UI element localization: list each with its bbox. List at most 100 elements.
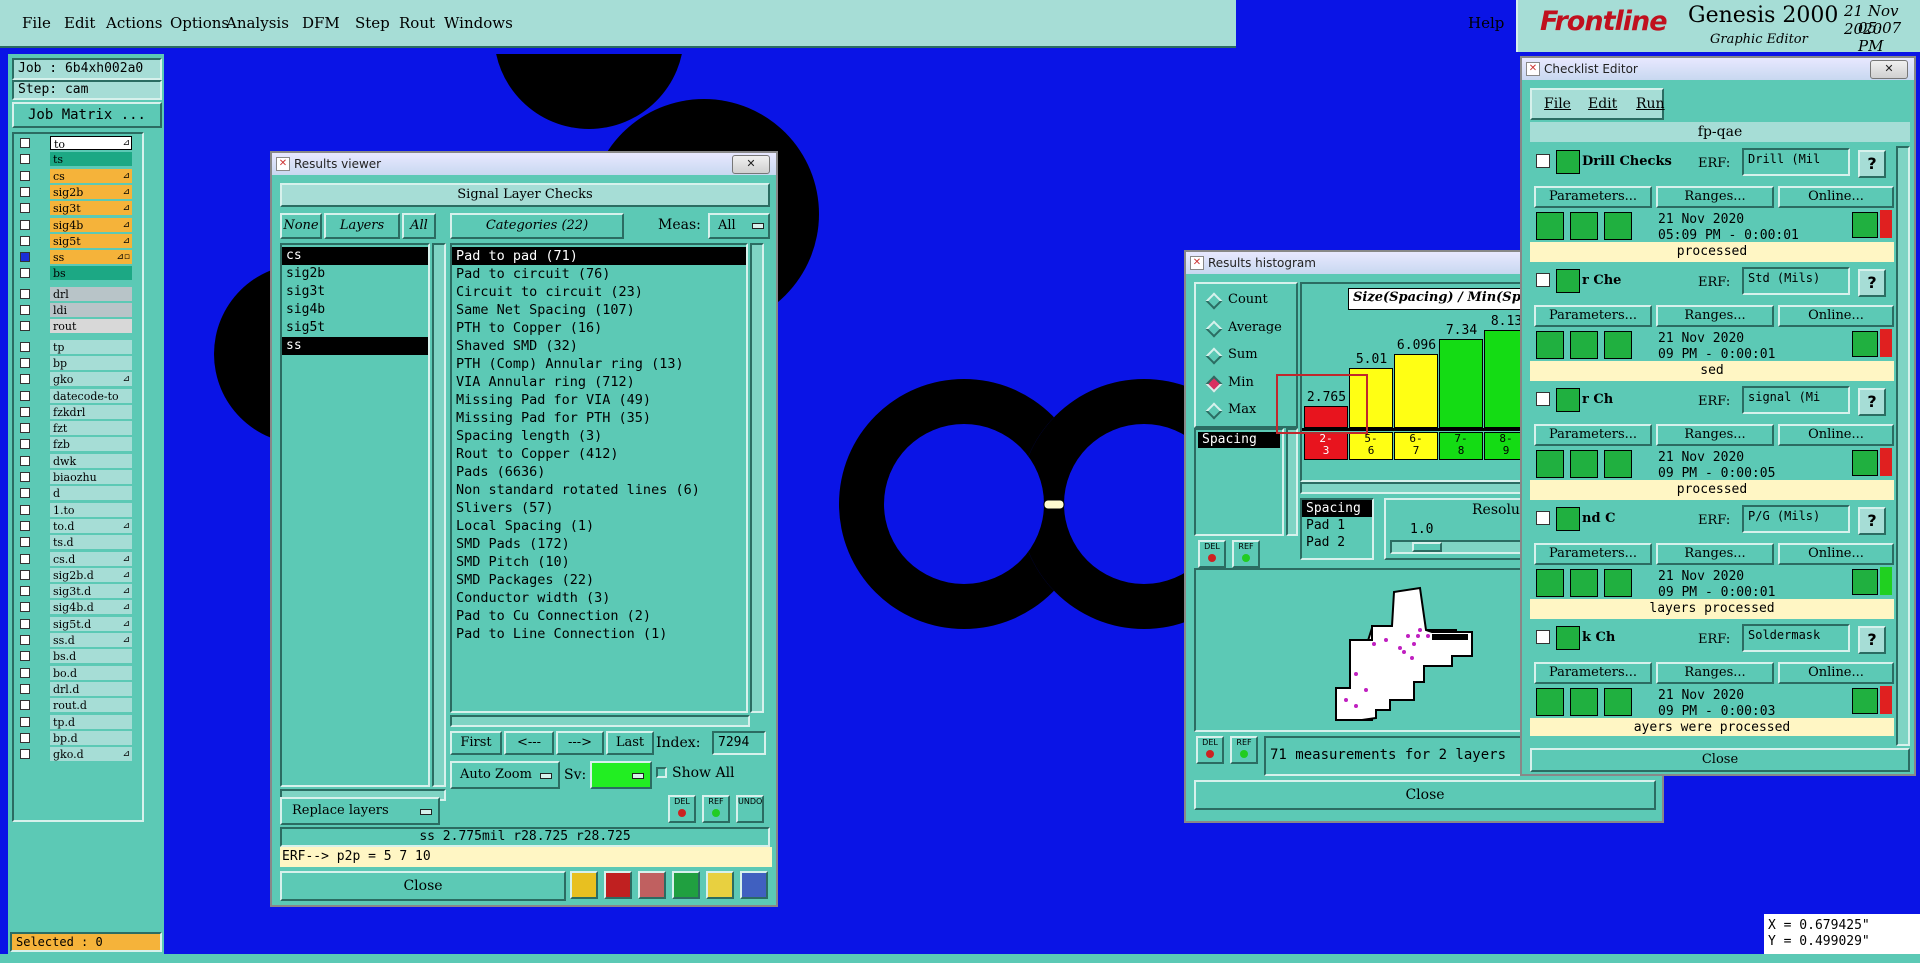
menu-actions[interactable]: Actions <box>106 0 162 49</box>
layer-checkbox[interactable] <box>20 235 30 246</box>
option-sum[interactable]: Sum <box>1196 345 1296 367</box>
help-button[interactable]: ? <box>1858 269 1886 297</box>
result-layer-item[interactable]: sig3t <box>282 283 428 301</box>
layer-row-sig2b.d[interactable]: sig2b.d ⊿ <box>16 567 134 583</box>
zoom-icon[interactable] <box>1852 212 1878 238</box>
menu-dfm[interactable]: DFM <box>302 0 340 49</box>
checklist-menu-edit[interactable]: Edit <box>1588 96 1617 112</box>
parameters-button[interactable]: Parameters... <box>1534 424 1652 446</box>
layer-checkbox[interactable] <box>20 305 30 315</box>
erf-field[interactable]: Drill (Mil <box>1742 148 1850 176</box>
parameters-button[interactable]: Parameters... <box>1534 186 1652 208</box>
category-item[interactable]: VIA Annular ring (712) <box>452 373 746 391</box>
ref-button[interactable]: REF <box>702 795 730 823</box>
layer-checkbox[interactable] <box>20 374 30 385</box>
category-item[interactable]: Conductor width (3) <box>452 589 746 607</box>
category-list-hscrollbar[interactable] <box>450 715 750 727</box>
run-icon[interactable] <box>1604 688 1632 716</box>
job-matrix-button[interactable]: Job Matrix ... <box>12 102 162 128</box>
layer-row-cs[interactable]: cs ⊿ <box>16 168 134 184</box>
layer-checkbox[interactable] <box>20 357 30 368</box>
bar-bin-label[interactable]: 7- 8 <box>1439 432 1483 460</box>
layer-row-fzt[interactable]: fzt <box>16 421 134 436</box>
all-layers-button[interactable]: All <box>402 213 436 239</box>
notes-icon[interactable] <box>706 871 734 899</box>
slider-thumb[interactable] <box>1412 542 1442 552</box>
del-button[interactable]: DEL <box>1196 736 1224 764</box>
checklist-menu-run[interactable]: Run <box>1636 96 1665 112</box>
layer-checkbox[interactable] <box>20 504 30 515</box>
category-item[interactable]: PTH (Comp) Annular ring (13) <box>452 355 746 373</box>
layer-checkbox[interactable] <box>20 288 30 299</box>
layer-row-gko[interactable]: gko ⊿ <box>16 372 134 387</box>
layer-row-to[interactable]: to ⊿ <box>16 136 134 151</box>
ranges-button[interactable]: Ranges... <box>1656 662 1774 684</box>
category-item[interactable]: Rout to Copper (412) <box>452 445 746 463</box>
layer-checkbox[interactable] <box>20 170 30 181</box>
radio-indicator[interactable] <box>1205 292 1223 310</box>
layer-row-d[interactable]: d <box>16 486 134 501</box>
run-icon[interactable] <box>1536 688 1564 716</box>
sort-icon[interactable] <box>672 871 700 899</box>
layer-checkbox[interactable] <box>20 569 30 580</box>
layer-checkbox[interactable] <box>20 683 30 694</box>
action-checkbox[interactable] <box>1536 630 1550 644</box>
layer-row-drl.d[interactable]: drl.d <box>16 681 134 697</box>
radio-indicator[interactable] <box>1205 320 1223 337</box>
help-button[interactable]: ? <box>1858 388 1886 416</box>
layer-checkbox[interactable] <box>20 732 30 743</box>
category-item[interactable]: SMD Pads (172) <box>452 535 746 553</box>
online-button[interactable]: Online... <box>1778 186 1894 208</box>
layer-checkbox[interactable] <box>20 406 30 417</box>
layer-checkbox[interactable] <box>20 472 30 482</box>
run-icon[interactable] <box>1570 688 1598 716</box>
action-checkbox[interactable] <box>1536 154 1550 168</box>
layer-row-dwk[interactable]: dwk <box>16 453 134 469</box>
layer-row-ldi[interactable]: ldi <box>16 303 134 318</box>
layer-checkbox[interactable] <box>20 537 30 548</box>
layer-checkbox[interactable] <box>20 700 30 711</box>
histogram-bar[interactable] <box>1439 339 1483 428</box>
layer-row-sig3t.d[interactable]: sig3t.d ⊿ <box>16 584 134 599</box>
checklist-close-button[interactable]: Close <box>1530 748 1910 772</box>
layer-checkbox[interactable] <box>20 488 30 499</box>
ref-button[interactable]: REF <box>1230 736 1258 764</box>
zoom-icon[interactable] <box>1852 569 1878 595</box>
layer-checkbox[interactable] <box>20 154 30 165</box>
report-icon[interactable] <box>604 871 632 899</box>
layer-list-scrollbar[interactable] <box>432 243 446 787</box>
layer-row-bs.d[interactable]: bs.d <box>16 649 134 664</box>
category-item[interactable]: PTH to Copper (16) <box>452 319 746 337</box>
layer-checkbox[interactable] <box>20 520 30 531</box>
help-button[interactable]: ? <box>1858 626 1886 654</box>
layer-checkbox[interactable] <box>20 667 30 678</box>
layer-row-tp[interactable]: tp <box>16 339 134 355</box>
run-icon[interactable] <box>1604 450 1632 478</box>
run-icon[interactable] <box>1570 450 1598 478</box>
del-button[interactable]: DEL <box>1198 540 1226 568</box>
parameters-button[interactable]: Parameters... <box>1534 305 1652 327</box>
run-icon[interactable] <box>1536 450 1564 478</box>
parameters-button[interactable]: Parameters... <box>1534 543 1652 565</box>
replace-layers-select[interactable]: Replace layers <box>280 797 440 825</box>
field-selector[interactable]: Spacing Pad 1 Pad 2 <box>1300 498 1374 560</box>
layer-checkbox[interactable] <box>20 219 30 230</box>
layer-row-bp[interactable]: bp <box>16 355 134 371</box>
layer-checkbox[interactable] <box>20 439 30 450</box>
online-button[interactable]: Online... <box>1778 543 1894 565</box>
layer-row-sig4b.d[interactable]: sig4b.d ⊿ <box>16 600 134 615</box>
results-close-button[interactable]: Close <box>280 871 566 901</box>
online-button[interactable]: Online... <box>1778 305 1894 327</box>
categories-button[interactable]: Categories (22) <box>450 213 624 239</box>
last-button[interactable]: Last <box>606 731 654 755</box>
ref-button[interactable]: REF <box>1232 540 1260 568</box>
layer-row-bo.d[interactable]: bo.d <box>16 665 134 681</box>
layer-checkbox[interactable] <box>20 138 30 148</box>
checklist-scrollbar[interactable] <box>1896 146 1910 746</box>
category-item[interactable]: Missing Pad for VIA (49) <box>452 391 746 409</box>
erf-field[interactable]: signal (Mi <box>1742 386 1850 414</box>
online-button[interactable]: Online... <box>1778 424 1894 446</box>
category-item[interactable]: Slivers (57) <box>452 499 746 517</box>
layer-checkbox[interactable] <box>20 268 30 279</box>
checklist-titlebar[interactable]: ✕ Checklist Editor ✕ <box>1522 58 1914 80</box>
